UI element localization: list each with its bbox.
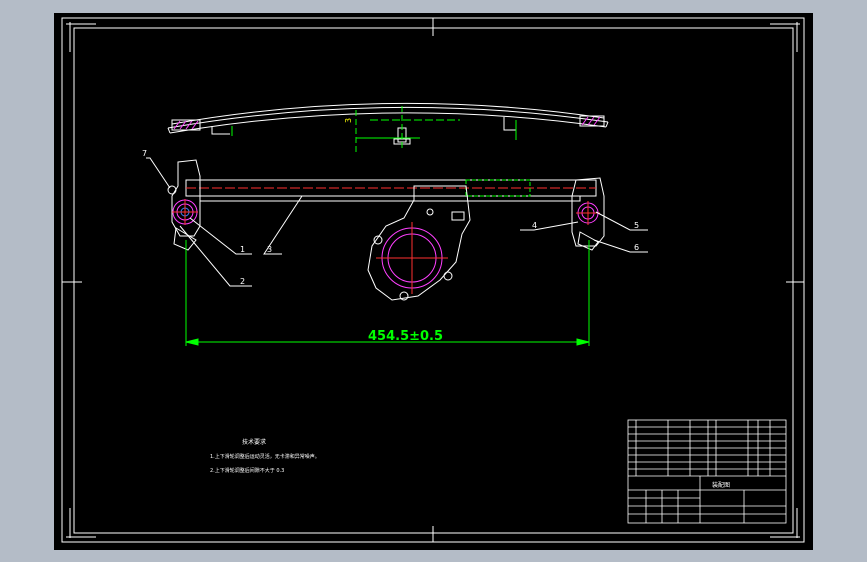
title-block <box>627 419 787 524</box>
balloon-1: 1 <box>240 245 245 254</box>
drawing-canvas: 3 454.5±0.5 1 2 3 4 5 6 7 技术要求 1.上下滑轮调整后… <box>61 17 805 543</box>
notes-line-2: 2.上下滑轮调整后间隙不大于 0.3 <box>210 467 284 474</box>
motor-housing <box>376 222 448 294</box>
balloon-2: 2 <box>240 277 245 286</box>
balloon-7: 7 <box>142 149 147 158</box>
notes-line-1: 1.上下滑轮调整后运动灵活，无卡滞和异常噪声。 <box>210 453 320 460</box>
notes-heading: 技术要求 <box>242 438 266 446</box>
cad-viewport[interactable]: 3 454.5±0.5 1 2 3 4 5 6 7 技术要求 1.上下滑轮调整后… <box>0 0 867 562</box>
leader-lines <box>146 157 648 287</box>
motor-flange <box>367 185 471 301</box>
balloon-5: 5 <box>634 221 639 230</box>
balloon-3: 3 <box>267 245 272 254</box>
left-bracket <box>171 159 201 251</box>
right-pulley <box>576 201 600 225</box>
balloon-4: 4 <box>532 221 537 230</box>
title-block-title: 装配图 <box>712 481 730 489</box>
small-dimension-label: 3 <box>344 118 353 123</box>
guide-rail <box>185 179 597 202</box>
main-dimension-label: 454.5±0.5 <box>368 329 443 344</box>
balloon-6: 6 <box>634 243 639 252</box>
